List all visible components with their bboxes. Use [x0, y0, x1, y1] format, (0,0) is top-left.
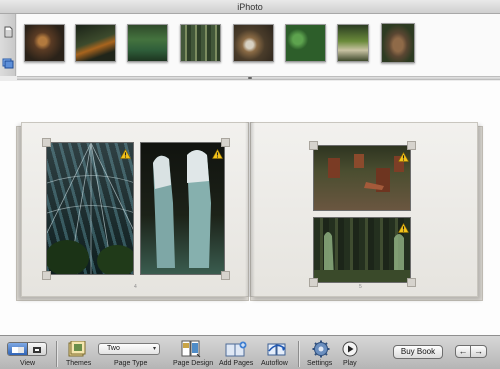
settings-label: Settings [307, 360, 333, 367]
page-type-select[interactable]: Two ▾ [98, 343, 160, 355]
warning-icon[interactable] [397, 149, 410, 162]
right-page-number: 5 [359, 284, 362, 290]
window-title: iPhoto [0, 0, 500, 14]
warning-icon[interactable] [119, 146, 132, 159]
bottom-toolbar: View Themes Two ▾ Page Type Page Design … [0, 335, 500, 369]
toolbar-separator [298, 341, 299, 367]
spread-view-icon[interactable] [8, 343, 28, 355]
thumbnail-photo[interactable] [381, 23, 415, 63]
next-page-button[interactable]: → [471, 345, 487, 358]
left-page-number: 4 [134, 284, 137, 290]
warning-icon[interactable] [397, 220, 410, 233]
autoflow-icon[interactable] [266, 341, 288, 362]
photo-corner [407, 141, 416, 150]
browser-side-panel [0, 14, 16, 76]
thumbnail-photo[interactable] [127, 24, 168, 62]
thumbnail-photo[interactable] [233, 24, 274, 62]
warning-icon[interactable] [211, 146, 224, 159]
right-page[interactable]: 5 [250, 122, 478, 297]
add-pages-label: Add Pages [219, 360, 254, 367]
chevron-down-icon: ▾ [152, 346, 156, 352]
page-type-label: Page Type [114, 360, 148, 367]
photo-corner [42, 138, 51, 147]
view-label: View [20, 360, 36, 367]
photo-stumps[interactable] [313, 145, 411, 211]
photo-forest-sculptures[interactable] [313, 217, 411, 283]
view-segmented-control[interactable] [7, 342, 47, 356]
photo-greenhouse[interactable] [46, 142, 134, 275]
play-icon[interactable] [342, 341, 358, 362]
previous-page-button[interactable]: ← [455, 345, 471, 358]
photos-icon[interactable] [2, 56, 14, 69]
page-type-value: Two [107, 345, 120, 352]
single-page-view-icon[interactable] [28, 343, 46, 355]
book-spread: 4 5 [16, 122, 483, 302]
thumbnail-photo[interactable] [285, 24, 326, 62]
add-pages-icon[interactable] [225, 341, 247, 362]
autoflow-label: Autoflow [261, 360, 288, 367]
themes-label: Themes [66, 360, 92, 367]
photo-sculptures[interactable] [140, 142, 225, 275]
toolbar-separator [56, 341, 57, 367]
photo-corner [309, 278, 318, 287]
photo-corner [407, 278, 416, 287]
browser-splitter[interactable] [17, 76, 500, 80]
splitter-handle[interactable] [248, 77, 252, 79]
thumbnail-photo[interactable] [337, 24, 369, 62]
book-spine [245, 122, 255, 297]
thumbnail-photo[interactable] [180, 24, 221, 62]
photo-corner [309, 141, 318, 150]
photo-browser [17, 14, 500, 76]
document-icon[interactable] [2, 25, 14, 38]
thumbnail-photo[interactable] [75, 24, 116, 62]
photo-corner [221, 271, 230, 280]
play-label: Play [343, 360, 357, 367]
buy-book-button[interactable]: Buy Book [393, 345, 443, 359]
photo-corner [221, 138, 230, 147]
photo-corner [42, 271, 51, 280]
page-design-label: Page Design [173, 360, 214, 367]
left-page[interactable]: 4 [21, 122, 249, 297]
thumbnail-photo[interactable] [24, 24, 65, 62]
